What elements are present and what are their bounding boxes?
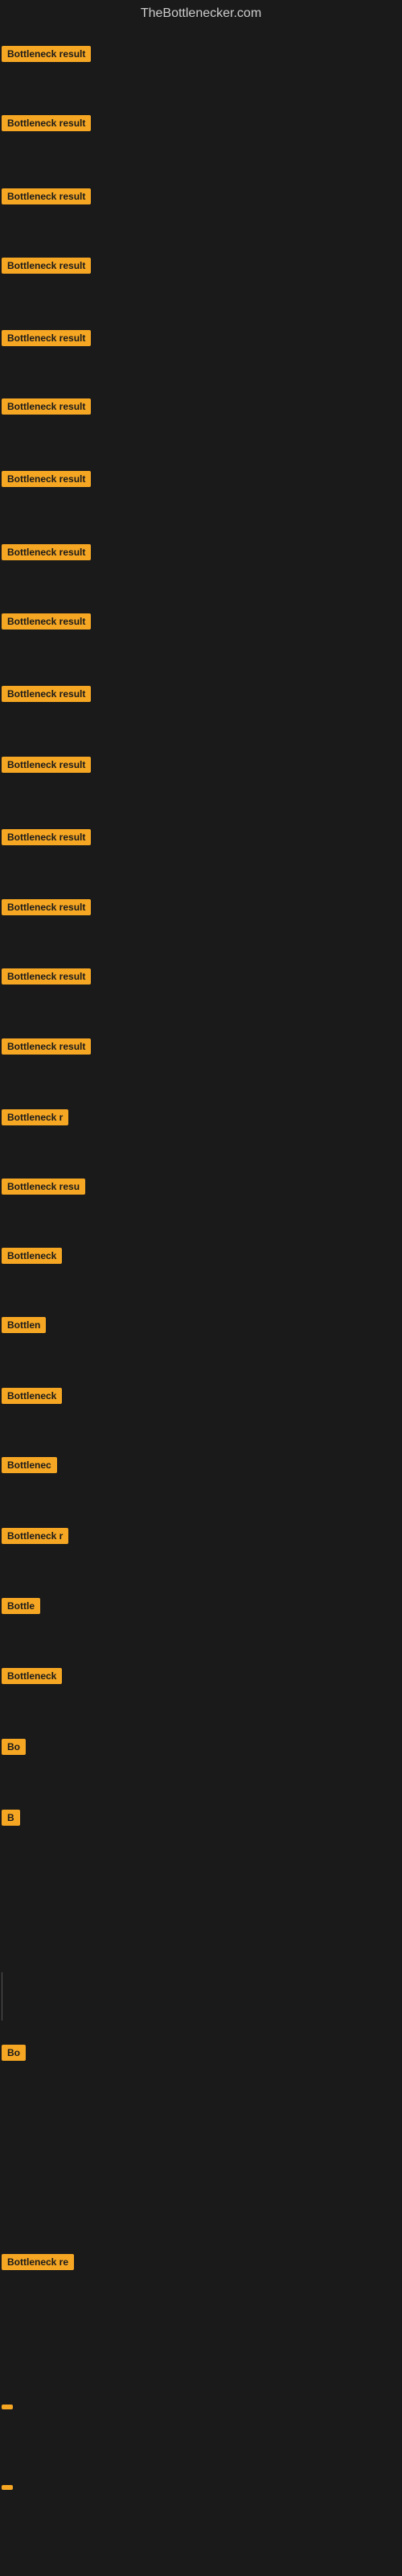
site-title: TheBottlenecker.com <box>0 0 402 24</box>
bottleneck-item[interactable]: Bottleneck result <box>2 46 91 66</box>
bottleneck-badge: Bo <box>2 1739 26 1755</box>
bottleneck-badge: Bottle <box>2 1598 40 1614</box>
bottleneck-item[interactable]: Bottleneck result <box>2 613 91 634</box>
bottleneck-badge: Bottleneck result <box>2 188 91 204</box>
bottleneck-badge: Bottlen <box>2 1317 46 1333</box>
bottleneck-item[interactable]: Bottlenec <box>2 1457 57 1477</box>
bottleneck-item[interactable]: Bottleneck result <box>2 968 91 989</box>
bottleneck-item[interactable]: Bottleneck result <box>2 757 91 777</box>
bottleneck-badge: Bottleneck resu <box>2 1179 85 1195</box>
bottleneck-badge: B <box>2 1810 20 1826</box>
bottleneck-badge: Bottleneck result <box>2 613 91 630</box>
bottleneck-badge: Bottleneck result <box>2 471 91 487</box>
bottleneck-item[interactable]: Bottleneck resu <box>2 1179 85 1199</box>
bottleneck-item[interactable]: Bottleneck result <box>2 899 91 919</box>
bottleneck-badge: Bottleneck result <box>2 258 91 274</box>
bottleneck-item[interactable]: Bottleneck <box>2 1248 62 1268</box>
bottleneck-item[interactable]: Bottleneck re <box>2 2254 74 2274</box>
bottleneck-item[interactable] <box>2 2479 13 2494</box>
bottleneck-item[interactable]: Bottleneck result <box>2 829 91 849</box>
bottleneck-badge <box>2 2405 13 2409</box>
bottleneck-item[interactable]: Bottle <box>2 1598 40 1618</box>
bottleneck-badge: Bottleneck result <box>2 115 91 131</box>
bottleneck-badge: Bottleneck result <box>2 398 91 415</box>
bottleneck-item[interactable] <box>2 2399 13 2413</box>
bottleneck-item[interactable]: Bottlen <box>2 1317 46 1337</box>
bottleneck-item[interactable]: Bottleneck <box>2 1668 62 1688</box>
bottleneck-item[interactable]: Bottleneck r <box>2 1109 68 1129</box>
bottleneck-badge: Bottleneck result <box>2 968 91 985</box>
bottleneck-item[interactable]: Bottleneck result <box>2 188 91 208</box>
bottleneck-item[interactable]: Bottleneck result <box>2 258 91 278</box>
bottleneck-item[interactable]: Bo <box>2 2045 26 2065</box>
bottleneck-badge <box>2 2485 13 2490</box>
bottleneck-item[interactable]: Bottleneck <box>2 1388 62 1408</box>
bottleneck-item[interactable]: Bo <box>2 1739 26 1759</box>
bottleneck-item[interactable]: Bottleneck result <box>2 330 91 350</box>
bottleneck-item[interactable]: Bottleneck result <box>2 1038 91 1059</box>
bottleneck-badge: Bottleneck result <box>2 46 91 62</box>
bottleneck-badge: Bottleneck r <box>2 1109 68 1125</box>
bottleneck-item[interactable]: Bottleneck result <box>2 115 91 135</box>
bottleneck-badge: Bottleneck result <box>2 1038 91 1055</box>
bottleneck-item[interactable]: B <box>2 1810 20 1830</box>
bottleneck-badge: Bottlenec <box>2 1457 57 1473</box>
bottleneck-badge: Bottleneck result <box>2 757 91 773</box>
bottleneck-item[interactable]: Bottleneck result <box>2 398 91 419</box>
bottleneck-badge: Bottleneck <box>2 1388 62 1404</box>
bottleneck-badge: Bottleneck r <box>2 1528 68 1544</box>
bottleneck-badge: Bottleneck <box>2 1248 62 1264</box>
bottleneck-item[interactable]: Bottleneck result <box>2 544 91 564</box>
bottleneck-badge: Bottleneck <box>2 1668 62 1684</box>
bottleneck-badge: Bottleneck result <box>2 899 91 915</box>
bottleneck-badge: Bottleneck re <box>2 2254 74 2270</box>
bottleneck-item[interactable]: Bottleneck r <box>2 1528 68 1548</box>
bottleneck-badge: Bottleneck result <box>2 829 91 845</box>
bottleneck-badge: Bottleneck result <box>2 686 91 702</box>
bottleneck-badge: Bo <box>2 2045 26 2061</box>
bottleneck-badge: Bottleneck result <box>2 330 91 346</box>
bottleneck-badge: Bottleneck result <box>2 544 91 560</box>
bottleneck-item[interactable]: Bottleneck result <box>2 686 91 706</box>
bottleneck-item[interactable]: Bottleneck result <box>2 471 91 491</box>
